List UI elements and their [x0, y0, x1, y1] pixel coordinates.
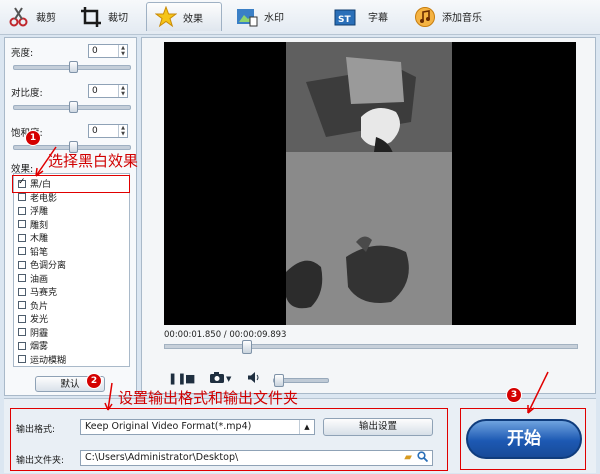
step2-annotation-text: 设置输出格式和输出文件夹	[118, 389, 299, 407]
step-badge-1: 1	[25, 130, 41, 146]
annotation-arrows	[35, 146, 549, 414]
step-badge-3: 3	[506, 387, 522, 403]
step-badge-2: 2	[86, 373, 102, 389]
step1-annotation-text: 选择黑白效果	[48, 152, 139, 170]
